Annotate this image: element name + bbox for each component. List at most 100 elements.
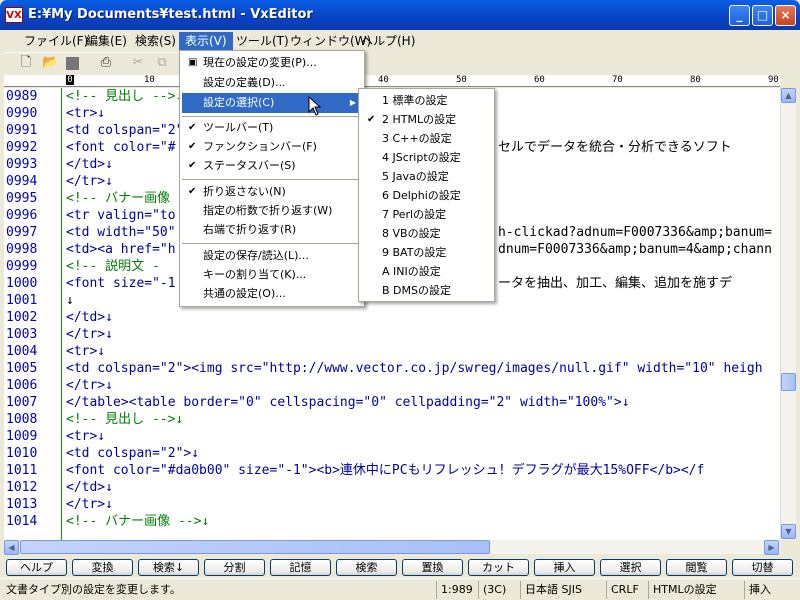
menu-item-key-assign[interactable]: キーの割り当て(K)...	[182, 265, 362, 285]
submenu-item[interactable]: A INIの設定	[361, 262, 492, 281]
menu-item-select-settings[interactable]: 設定の選択(C) ▶	[182, 93, 362, 113]
horizontal-scroll-thumb[interactable]	[20, 540, 490, 554]
maximize-button[interactable]: □	[752, 5, 773, 26]
ruler-mark: 40	[378, 75, 389, 85]
submenu-item-label: B DMSの設定	[382, 284, 451, 297]
menu-item-define-settings[interactable]: 設定の定義(D)...	[182, 73, 362, 93]
line-number: 1001	[6, 293, 38, 308]
code-line[interactable]: 1011 <font color="#da0b00" size="-1"><b>連…	[4, 462, 780, 479]
print-icon[interactable]: ⎙	[98, 55, 114, 71]
line-number: 1000	[6, 276, 38, 291]
title-bar[interactable]: VX E:¥My Documents¥test.html - VxEditor …	[0, 0, 800, 30]
menu-item-label: 指定の桁数で折り返す(W)	[203, 204, 333, 217]
submenu-item[interactable]: 4 JScriptの設定	[361, 148, 492, 167]
menu-item-no-wrap[interactable]: ✔ 折り返さない(N)	[182, 182, 362, 202]
code-line[interactable]: 1013 </tr>↓	[4, 496, 780, 513]
line-text: <font color="#da0b00" size="-1"><b>連休中にP…	[66, 463, 705, 478]
menu-item-save-load[interactable]: 設定の保存/読込(L)...	[182, 246, 362, 266]
submenu-item-label: 2 HTMLの設定	[382, 113, 457, 126]
code-line[interactable]: 1012 </td>↓	[4, 479, 780, 496]
line-number: 1004	[6, 344, 38, 359]
function-key-button[interactable]: ヘルプ	[6, 559, 67, 576]
function-key-button[interactable]: 検索↓	[138, 559, 199, 576]
line-number: 1002	[6, 310, 38, 325]
menu-item-wrap-edge[interactable]: 右端で折り返す(R)	[182, 220, 362, 240]
menu-item-change-settings[interactable]: ▣ 現在の設定の変更(P)...	[182, 53, 362, 73]
menu-edit[interactable]: 編集(E)	[80, 32, 133, 50]
submenu-item[interactable]: 8 VBの設定	[361, 224, 492, 243]
line-number: 1005	[6, 361, 38, 376]
open-folder-icon[interactable]: 📂	[42, 55, 58, 71]
code-line[interactable]: 1010 <td colspan="2">↓	[4, 445, 780, 462]
submenu-item-label: 1 標準の設定	[382, 94, 448, 107]
scroll-up-icon[interactable]: ▲	[781, 88, 796, 103]
ruler-mark: 60	[534, 75, 545, 85]
submenu-item[interactable]: 7 Perlの設定	[361, 205, 492, 224]
function-key-button[interactable]: 切替	[732, 559, 793, 576]
menu-view[interactable]: 表示(V)	[179, 32, 233, 50]
code-line[interactable]: 1003 </tr>↓	[4, 326, 780, 343]
function-key-button[interactable]: 挿入	[534, 559, 595, 576]
new-file-icon[interactable]: 🗋	[18, 55, 34, 71]
copy-icon[interactable]: ⧉	[154, 55, 170, 71]
function-key-button[interactable]: 変換	[72, 559, 133, 576]
line-number: 0991	[6, 123, 38, 138]
menu-search[interactable]: 検索(S)	[129, 32, 182, 50]
line-text-tail: h-clickad?adnum=F0007336&amp;banum=	[498, 225, 772, 240]
menu-item-status-bar[interactable]: ✔ ステータスバー(S)	[182, 156, 362, 176]
scroll-down-icon[interactable]: ▼	[781, 524, 796, 539]
check-icon: ✔	[188, 141, 197, 152]
status-insert: 挿入	[744, 581, 798, 599]
menu-help[interactable]: ヘルプ(H)	[355, 32, 421, 50]
function-key-button[interactable]: 分割	[204, 559, 265, 576]
code-line[interactable]: 1006 </tr>↓	[4, 377, 780, 394]
minimize-button[interactable]: _	[729, 5, 750, 26]
function-key-button[interactable]: カット	[468, 559, 529, 576]
line-text: <td colspan="2">↓	[66, 446, 200, 461]
menu-item-function-bar[interactable]: ✔ ファンクションバー(F)	[182, 137, 362, 157]
check-icon: ✔	[188, 186, 197, 197]
code-line[interactable]: 1005 <td colspan="2"><img src="http://www…	[4, 360, 780, 377]
save-icon[interactable]	[66, 57, 79, 70]
line-number: 0995	[6, 191, 38, 206]
horizontal-scrollbar[interactable]: ◀ ▶	[4, 540, 780, 555]
menu-item-wrap-columns[interactable]: 指定の桁数で折り返す(W)	[182, 201, 362, 221]
function-key-button[interactable]: 閲覧	[666, 559, 727, 576]
menu-item-common-settings[interactable]: 共通の設定(O)...	[182, 284, 362, 304]
scroll-right-icon[interactable]: ▶	[764, 540, 779, 555]
line-text-tail: dnum=F0007336&amp;banum=4&amp;chann	[498, 242, 772, 257]
close-button[interactable]: ×	[775, 5, 796, 26]
submenu-item[interactable]: 1 標準の設定	[361, 91, 492, 110]
vertical-scroll-thumb[interactable]	[781, 373, 796, 391]
line-text: <!-- 見出し -->↓	[66, 89, 184, 104]
scroll-left-icon[interactable]: ◀	[4, 540, 19, 555]
code-line[interactable]: 1008 <!-- 見出し -->↓	[4, 411, 780, 428]
menu-item-label: 右端で折り返す(R)	[203, 223, 297, 236]
submenu-item[interactable]: 3 C++の設定	[361, 129, 492, 148]
submenu-item[interactable]: 9 BATの設定	[361, 243, 492, 262]
function-key-button[interactable]: 選択	[600, 559, 661, 576]
submenu-item[interactable]: ✔ 2 HTMLの設定	[361, 110, 492, 129]
settings-submenu: 1 標準の設定 ✔ 2 HTMLの設定 3 C++の設定 4 JScriptの設定 5 J…	[358, 88, 495, 302]
submenu-item[interactable]: B DMSの設定	[361, 281, 492, 300]
vertical-scrollbar[interactable]: ▲ ▼	[780, 88, 796, 540]
submenu-item-label: 9 BATの設定	[382, 246, 447, 259]
menu-item-label: ファンクションバー(F)	[203, 140, 317, 153]
code-line[interactable]: 1009 <tr>↓	[4, 428, 780, 445]
code-line[interactable]: 1002 </td>↓	[4, 309, 780, 326]
function-key-button[interactable]: 記憶	[270, 559, 331, 576]
cut-icon[interactable]: ✂	[130, 55, 146, 71]
menu-item-label: 折り返さない(N)	[203, 185, 286, 198]
code-line[interactable]: 1007 </table><table border="0" cellspacin…	[4, 394, 780, 411]
function-key-button[interactable]: 検索	[336, 559, 397, 576]
submenu-item-label: A INIの設定	[382, 265, 441, 278]
view-menu-dropdown: ▣ 現在の設定の変更(P)... 設定の定義(D)... 設定の選択(C) ▶ ✔ ツ…	[179, 50, 365, 307]
function-key-button[interactable]: 置換	[402, 559, 463, 576]
code-line[interactable]: 1014 <!-- バナー画像 -->↓	[4, 513, 780, 530]
code-line[interactable]: 1004 <tr>↓	[4, 343, 780, 360]
submenu-item[interactable]: 6 Delphiの設定	[361, 186, 492, 205]
line-text: </tr>↓	[66, 327, 113, 342]
submenu-item-label: 5 Javaの設定	[382, 170, 449, 183]
submenu-item[interactable]: 5 Javaの設定	[361, 167, 492, 186]
menu-item-toolbar[interactable]: ✔ ツールバー(T)	[182, 118, 362, 138]
